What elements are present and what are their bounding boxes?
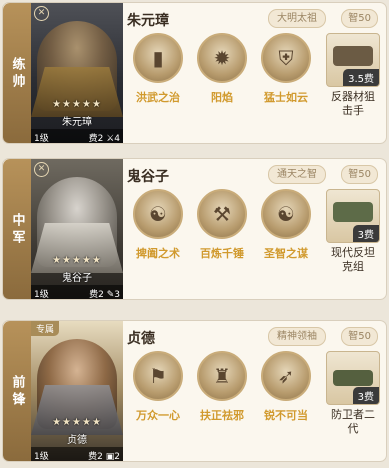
troop-count: 4 [114,133,120,144]
general-name: 鬼谷子 [127,169,169,185]
general-card-1[interactable]: 练帅 ✕ ★★★★★ 朱元璋 1级 费2 ⚔4 朱元璋 大明太祖 智50 ▮ 洪… [2,2,387,144]
anvil-icon: ⚒ [197,189,247,239]
remove-icon[interactable]: ✕ [34,162,49,177]
hero-level: 1级 [34,451,49,462]
general-card-3[interactable]: 前锋 专属 ★★★★★ 贞德 1级 费2 ▣2 贞德 精神领袖 智50 ⚑ 万众… [2,320,387,462]
hero-level: 1级 [34,133,49,144]
skill-label: 洪武之治 [136,91,180,104]
troop-count: 3 [114,289,120,300]
remove-icon[interactable]: ✕ [34,6,49,21]
equipment-slot[interactable]: 3费 防卫者二代 [326,351,380,436]
hero-stars: ★★★★★ [52,417,102,428]
launcher-icon [333,202,373,222]
hero-name: 贞德 [67,435,87,446]
rush-icon: ➶ [261,351,311,401]
equipment-cost: 3费 [352,387,379,404]
title-badge: 精神领袖 [268,327,326,346]
troop-count: 2 [114,451,120,462]
equipment-name: 反器材狙击手 [331,90,375,117]
hero-portrait[interactable]: 专属 ★★★★★ 贞德 1级 费2 ▣2 [31,321,123,462]
general-card-2[interactable]: 中军 ✕ ★★★★★ 鬼谷子 1级 费2 ✎3 鬼谷子 通天之智 智50 ☯ 捭… [2,158,387,300]
sage-icon: ☯ [133,189,183,239]
hero-name: 朱元璋 [62,117,92,128]
skill-1[interactable]: ⚑ 万众一心 [127,351,189,423]
pillar-icon: ▮ [133,33,183,83]
intel-badge: 智50 [341,165,378,184]
hero-footer: 1级 费2 ▣2 [31,447,123,462]
intel-badge: 智50 [341,327,378,346]
equipment-name: 现代反坦克组 [331,246,375,273]
equipment-image: 3费 [326,189,380,243]
hero-stars: ★★★★★ [52,99,102,110]
skill-3[interactable]: ⛨ 猛士如云 [255,33,317,105]
book-icon: ▣ [105,451,115,462]
soldier-icon [333,46,373,66]
equipment-image: 3费 [326,351,380,405]
position-tag: 中军 [3,159,31,299]
tank-icon [333,370,373,386]
helmet-icon: ⛨ [261,33,311,83]
title-badge: 大明太祖 [268,9,326,28]
intel-badge: 智50 [341,9,378,28]
hero-name: 鬼谷子 [62,273,92,284]
hero-portrait[interactable]: ✕ ★★★★★ 朱元璋 1级 费2 ⚔4 [31,3,123,144]
skill-label: 捭阖之术 [136,247,180,260]
skill-3[interactable]: ➶ 锐不可当 [255,351,317,423]
equipment-image: 3.5费 [326,33,380,87]
skill-3[interactable]: ☯ 圣智之谋 [255,189,317,261]
hero-cost: 费2 [88,451,103,462]
flame-icon: ✹ [197,33,247,83]
skill-label: 圣智之谋 [264,247,308,260]
skill-label: 猛士如云 [264,91,308,104]
title-badge: 通天之智 [268,165,326,184]
skill-label: 百炼千锤 [200,247,244,260]
skill-1[interactable]: ☯ 捭阖之术 [127,189,189,261]
hero-portrait[interactable]: ✕ ★★★★★ 鬼谷子 1级 费2 ✎3 [31,159,123,300]
statue-icon: ♜ [197,351,247,401]
equipment-cost: 3.5费 [343,69,379,86]
general-name: 贞德 [127,331,155,347]
sage-icon: ☯ [261,189,311,239]
exclusive-badge: 专属 [31,321,60,336]
skill-1[interactable]: ▮ 洪武之治 [127,33,189,105]
hero-footer: 1级 费2 ✎3 [31,285,123,300]
hero-level: 1级 [34,289,49,300]
hero-stars: ★★★★★ [52,255,102,266]
equipment-slot[interactable]: 3费 现代反坦克组 [326,189,380,274]
hero-footer: 1级 费2 ⚔4 [31,129,123,144]
equipment-name: 防卫者二代 [331,408,375,435]
general-name: 朱元璋 [127,13,169,29]
skill-label: 阳焰 [211,91,233,104]
skill-2[interactable]: ⚒ 百炼千锤 [191,189,253,261]
hero-cost: 费2 [89,289,104,300]
equipment-slot[interactable]: 3.5费 反器材狙击手 [326,33,380,118]
hero-cost: 费2 [88,133,104,144]
position-tag: 练帅 [3,3,31,143]
skill-2[interactable]: ♜ 扶正祛邪 [191,351,253,423]
skill-label: 锐不可当 [264,409,308,422]
skill-label: 万众一心 [136,409,180,422]
skill-2[interactable]: ✹ 阳焰 [191,33,253,105]
position-tag: 前锋 [3,321,31,461]
equipment-cost: 3费 [352,225,379,242]
skill-label: 扶正祛邪 [200,409,244,422]
rally-icon: ⚑ [133,351,183,401]
